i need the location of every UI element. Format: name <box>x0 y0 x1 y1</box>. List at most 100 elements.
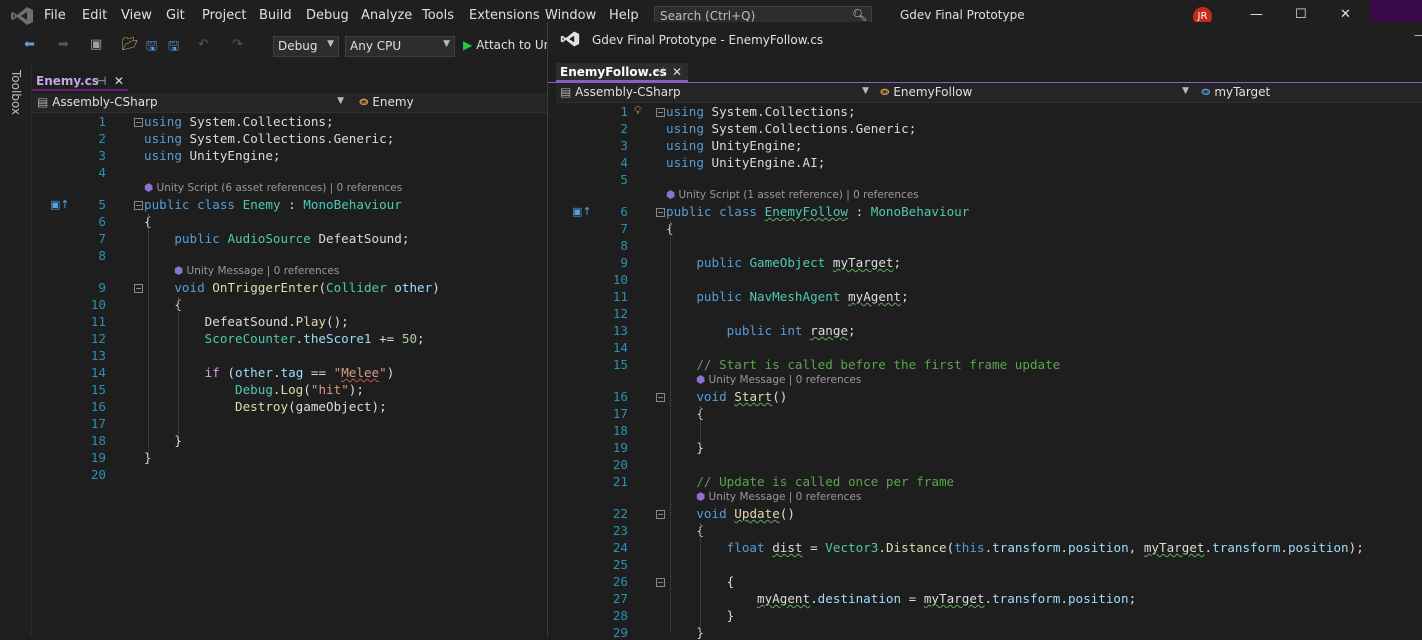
indent-guide <box>148 214 149 464</box>
codelens-text: Unity Script (6 asset references) | 0 re… <box>156 182 403 194</box>
indent-guide <box>700 523 701 633</box>
implements-icon[interactable]: ▣↑ <box>572 205 592 218</box>
unity-cube-icon: ⬢ <box>666 189 679 201</box>
code-line[interactable]: { <box>144 297 182 312</box>
code-line[interactable]: ScoreCounter.theScore1 += 50; <box>144 331 425 346</box>
code-line[interactable]: myAgent.destination = myTarget.transform… <box>666 591 1136 606</box>
fold-toggle[interactable]: − <box>656 578 665 587</box>
new-item-icon[interactable]: ▣ <box>90 37 102 52</box>
code-line[interactable]: } <box>666 625 704 640</box>
menu-extensions[interactable]: Extensions <box>469 8 540 23</box>
save-icon[interactable]: 🖫︎ <box>146 37 157 59</box>
menu-analyze[interactable]: Analyze <box>361 8 412 23</box>
play-icon: ▶ <box>463 38 473 52</box>
code-line[interactable]: using UnityEngine; <box>144 148 281 163</box>
open-folder-icon[interactable]: 📂︎ <box>122 37 139 52</box>
code-line[interactable]: if (other.tag == "Melee") <box>144 365 395 380</box>
code-line[interactable]: public GameObject myTarget; <box>666 255 901 270</box>
visual-studio-logo-icon[interactable] <box>10 6 34 26</box>
code-line[interactable]: float dist = Vector3.Distance(this.trans… <box>666 540 1364 555</box>
codelens-text: Unity Message | 0 references <box>186 265 340 277</box>
platform-value: Any CPU <box>350 39 402 53</box>
code-line[interactable]: // Update is called once per frame <box>666 474 954 489</box>
codelens-unity-message[interactable]: ⬢ Unity Message | 0 references <box>696 374 861 386</box>
code-area[interactable]: using System.Collections; using System.Co… <box>32 62 548 636</box>
minimize-button[interactable]: — <box>1250 7 1263 22</box>
code-line[interactable]: { <box>666 406 704 421</box>
code-line[interactable]: using System.Collections.Generic; <box>144 131 394 146</box>
unity-cube-icon: ⬢ <box>174 265 187 277</box>
menu-help[interactable]: Help <box>609 8 639 23</box>
unity-cube-icon: ⬢ <box>696 374 709 386</box>
code-line[interactable]: using UnityEngine; <box>666 138 803 153</box>
codelens-unity-message[interactable]: ⬢ Unity Message | 0 references <box>696 491 861 503</box>
code-line[interactable]: } <box>144 433 182 448</box>
menu-window[interactable]: Window <box>545 8 596 23</box>
search-icon[interactable]: 🔍︎ <box>852 8 867 22</box>
attach-label: Attach to Un <box>476 38 552 52</box>
fold-toggle[interactable]: − <box>134 284 143 293</box>
indent-guide <box>700 406 701 446</box>
toolbox-strip <box>0 62 32 636</box>
code-line[interactable]: // Start is called before the first fram… <box>666 357 1060 372</box>
chevron-down-icon: ▼ <box>443 39 450 49</box>
code-line[interactable]: Destroy(gameObject); <box>144 399 387 414</box>
fold-toggle[interactable]: − <box>656 393 665 402</box>
save-all-icon[interactable]: 🖫︎ <box>168 37 179 59</box>
fold-toggle[interactable]: − <box>656 510 665 519</box>
menu-build[interactable]: Build <box>259 8 292 23</box>
fold-toggle[interactable]: − <box>134 201 143 210</box>
code-line[interactable]: public class EnemyFollow : MonoBehaviour <box>666 204 969 219</box>
unity-cube-icon: ⬢ <box>696 491 709 503</box>
fold-toggle[interactable]: − <box>656 108 665 117</box>
solution-title: Gdev Final Prototype <box>900 8 1025 22</box>
code-line[interactable]: Debug.Log("hit"); <box>144 382 364 397</box>
attach-button[interactable]: ▶ Attach to Un <box>463 38 551 52</box>
indent-guide <box>178 297 179 437</box>
unity-cube-icon: ⬢ <box>144 182 157 194</box>
menu-git[interactable]: Git <box>166 8 185 23</box>
code-line[interactable]: public NavMeshAgent myAgent; <box>666 289 908 304</box>
codelens-text: Unity Message | 0 references <box>708 491 862 503</box>
codelens-unity-script[interactable]: ⬢ Unity Script (6 asset references) | 0 … <box>144 182 402 194</box>
code-line[interactable]: using System.Collections.Generic; <box>666 121 916 136</box>
redo-icon[interactable]: ↷ <box>232 37 243 52</box>
maximize-button[interactable]: ☐ <box>1295 7 1307 22</box>
left-editor: Enemy.cs ⊣ ✕ ▤ Assembly-CSharp ▼ ⭖ Enemy… <box>32 62 548 636</box>
indent-guide <box>670 221 671 631</box>
implements-icon[interactable]: ▣↑ <box>50 198 70 211</box>
configuration-dropdown[interactable]: Debug ▼ <box>273 36 339 57</box>
close-button[interactable]: ✕ <box>1340 7 1351 22</box>
menu-debug[interactable]: Debug <box>306 8 349 23</box>
code-line[interactable]: public class Enemy : MonoBehaviour <box>144 197 402 212</box>
undo-icon[interactable]: ↶ <box>198 37 209 52</box>
code-line[interactable]: void OnTriggerEnter(Collider other) <box>144 280 439 295</box>
codelens-unity-message[interactable]: ⬢ Unity Message | 0 references <box>174 265 339 277</box>
code-line[interactable]: using System.Collections; <box>144 114 334 129</box>
forward-icon[interactable]: ➡︎ <box>58 37 69 52</box>
configuration-value: Debug <box>278 39 318 53</box>
menu-project[interactable]: Project <box>202 8 246 23</box>
back-icon[interactable]: ⬅︎ <box>24 37 35 52</box>
code-line[interactable]: { <box>666 523 704 538</box>
code-line[interactable]: public int range; <box>666 323 856 338</box>
menu-tools[interactable]: Tools <box>422 8 454 23</box>
code-line[interactable]: } <box>666 440 704 455</box>
lightbulb-icon[interactable]: 💡︎ <box>634 104 642 118</box>
platform-dropdown[interactable]: Any CPU ▼ <box>345 36 455 57</box>
code-area[interactable]: using System.Collections; using System.Co… <box>548 22 1422 640</box>
codelens-unity-script[interactable]: ⬢ Unity Script (1 asset reference) | 0 r… <box>666 189 919 201</box>
fold-toggle[interactable]: − <box>656 208 665 217</box>
code-line[interactable]: using System.Collections; <box>666 104 856 119</box>
fold-toggle[interactable]: − <box>134 118 143 127</box>
code-line[interactable]: void Start() <box>666 389 787 404</box>
floating-editor-window: Gdev Final Prototype - EnemyFollow.cs — … <box>547 22 1422 640</box>
code-line[interactable]: void Update() <box>666 506 795 521</box>
toolbox-tab[interactable]: Toolbox <box>9 70 23 115</box>
code-line[interactable]: using UnityEngine.AI; <box>666 155 825 170</box>
code-line[interactable]: public AudioSource DefeatSound; <box>144 231 409 246</box>
menu-view[interactable]: View <box>121 8 152 23</box>
menu-edit[interactable]: Edit <box>82 8 107 23</box>
code-line[interactable]: DefeatSound.Play(); <box>144 314 349 329</box>
menu-file[interactable]: File <box>44 8 66 23</box>
